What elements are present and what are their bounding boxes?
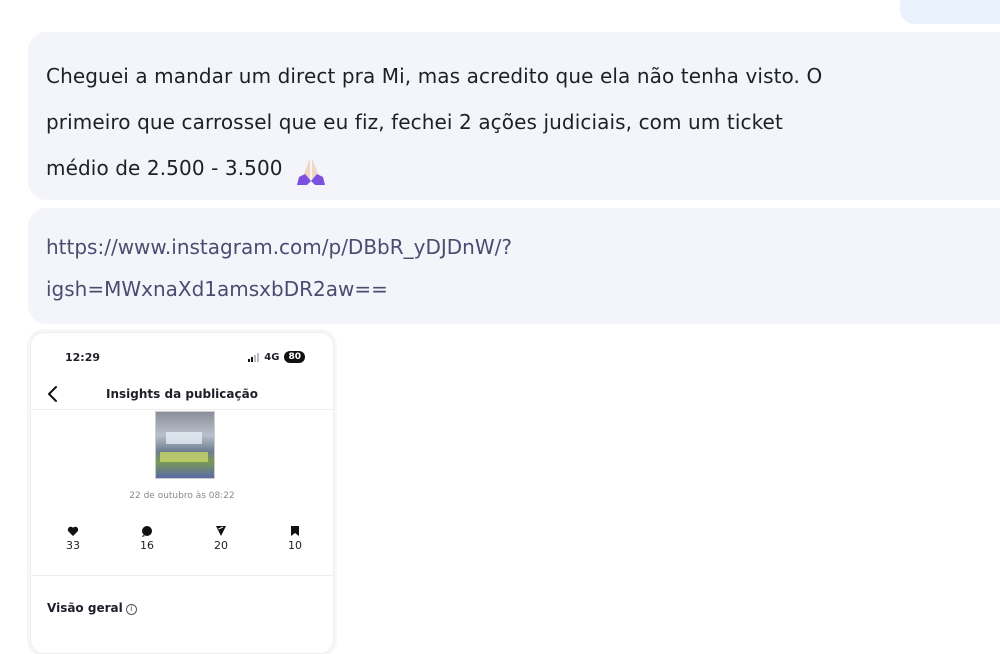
divider — [31, 409, 333, 410]
metrics-row: 33 16 20 10 — [31, 525, 333, 555]
message-bubble: Cheguei a mandar um direct pra Mi, mas a… — [28, 32, 1000, 200]
insights-header: Insights da publicação — [31, 385, 333, 405]
praying-hands-icon — [296, 157, 325, 185]
status-time: 12:29 — [65, 351, 101, 364]
comments-count: 16 — [140, 539, 154, 552]
likes-metric: 33 — [53, 525, 93, 552]
saves-metric: 10 — [275, 525, 315, 552]
network-label: 4G — [264, 351, 280, 363]
post-thumbnail — [155, 411, 215, 479]
comment-icon — [142, 526, 152, 537]
bookmark-icon — [291, 526, 299, 536]
divider — [31, 575, 333, 576]
battery-icon: 80 — [284, 351, 305, 363]
comments-metric: 16 — [127, 525, 167, 552]
previous-message-bubble — [900, 0, 1000, 24]
signal-icon — [248, 352, 260, 362]
message-text: Cheguei a mandar um direct pra Mi, mas a… — [46, 64, 823, 180]
share-icon — [216, 526, 226, 536]
heart-icon — [67, 526, 79, 536]
phone-status-bar: 12:29 4G 80 — [31, 351, 333, 367]
insights-title: Insights da publicação — [106, 387, 258, 401]
likes-count: 33 — [66, 539, 80, 552]
overview-title: Visão geral i — [47, 601, 137, 615]
link-message-bubble: https://www.instagram.com/p/DBbR_yDJDnW/… — [28, 208, 1000, 324]
saves-count: 10 — [288, 539, 302, 552]
shares-metric: 20 — [201, 525, 241, 552]
shares-count: 20 — [214, 539, 228, 552]
post-date: 22 de outubro às 08:22 — [129, 491, 235, 501]
attached-screenshot[interactable]: 12:29 4G 80 Insights da publicação 22 de… — [30, 332, 334, 654]
info-icon[interactable]: i — [125, 604, 137, 615]
instagram-link[interactable]: https://www.instagram.com/p/DBbR_yDJDnW/… — [46, 226, 1000, 310]
